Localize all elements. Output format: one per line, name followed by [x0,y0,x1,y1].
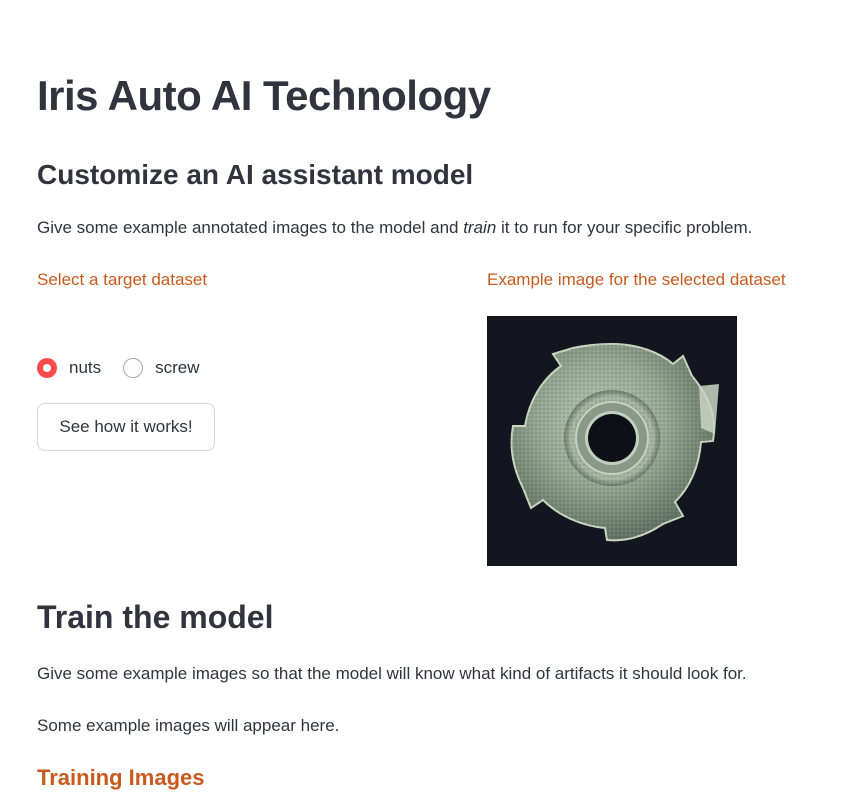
training-images-heading: Training Images [37,765,205,790]
radio-label-screw: screw [155,358,200,377]
radio-selected-icon[interactable] [37,358,57,378]
metal-nut-image-icon [487,316,737,566]
customize-description: Give some example annotated images to th… [37,215,752,241]
app-page: Iris Auto AI Technology Customize an AI … [0,0,857,797]
radio-label-nuts: nuts [69,358,102,377]
dataset-select-label: Select a target dataset [37,270,208,289]
page-title: Iris Auto AI Technology [37,72,491,119]
customize-heading: Customize an AI assistant model [37,159,474,190]
radio-unselected-icon[interactable] [123,358,144,378]
customize-description-pre: Give some example annotated images to th… [37,218,464,237]
customize-description-em: train [463,218,497,237]
see-how-it-works-button[interactable]: See how it works! [37,403,215,451]
dataset-radio-group: nuts screw [37,356,222,380]
train-heading: Train the model [37,599,274,635]
example-image-label: Example image for the selected dataset [487,270,786,289]
radio-option-nuts[interactable]: nuts [37,356,101,380]
radio-option-screw[interactable]: screw [123,356,200,380]
train-description: Give some example images so that the mod… [37,664,747,683]
example-dataset-image [487,316,737,566]
example-images-placeholder: Some example images will appear here. [37,716,340,735]
customize-description-post: it to run for your specific problem. [496,218,753,237]
